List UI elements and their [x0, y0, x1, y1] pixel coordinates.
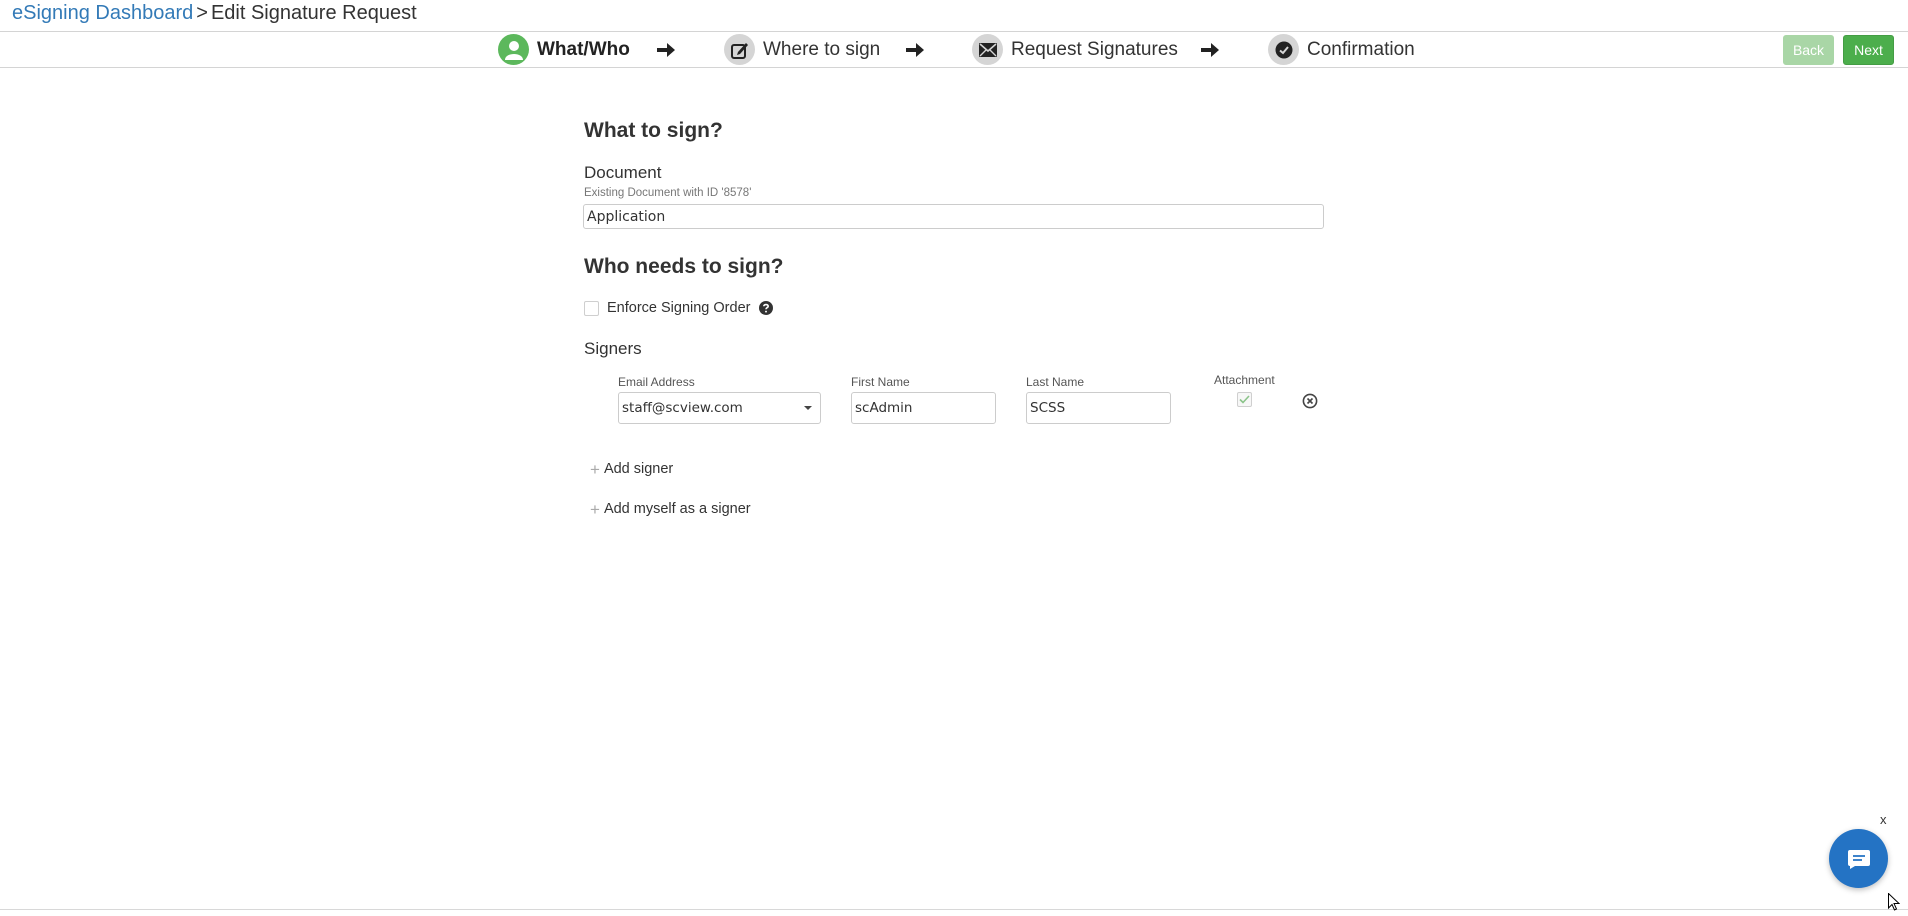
add-myself-label: Add myself as a signer	[603, 501, 751, 517]
signer-first-name-input[interactable]	[851, 392, 996, 424]
next-button[interactable]: Next	[1843, 35, 1894, 65]
signer-attachment-checkbox[interactable]	[1237, 392, 1252, 407]
wizard-step-what-who[interactable]: What/Who	[498, 32, 630, 67]
enforce-signing-order-checkbox[interactable]	[584, 300, 599, 316]
plus-icon: +	[590, 459, 600, 479]
who-needs-to-sign-heading: Who needs to sign?	[584, 255, 784, 278]
document-hint: Existing Document with ID '8578'	[584, 187, 752, 199]
bottom-divider	[0, 909, 1908, 910]
wizard-step-label: What/Who	[537, 38, 630, 60]
checkmark-icon	[1239, 395, 1250, 404]
person-icon	[498, 34, 529, 65]
chat-launcher-button[interactable]	[1829, 829, 1888, 888]
arrow-right-icon	[657, 32, 675, 67]
enforce-signing-order-label: Enforce Signing Order	[607, 300, 751, 316]
enforce-signing-order-row: Enforce Signing Order	[584, 297, 774, 319]
signer-last-name-input[interactable]	[1026, 392, 1171, 424]
add-signer-label: Add signer	[603, 461, 674, 477]
add-myself-link[interactable]: + Add myself as a signer	[590, 499, 751, 519]
breadcrumb: eSigning Dashboard > Edit Signature Reques…	[12, 0, 417, 28]
arrow-right-icon	[1201, 32, 1219, 67]
wizard-bar: What/Who Where to sign Request Signature…	[0, 31, 1908, 68]
add-signer-link[interactable]: + Add signer	[590, 459, 673, 479]
signer-email-value: staff@scview.com	[622, 400, 743, 416]
caret-down-icon	[804, 406, 812, 410]
arrow-right-icon	[906, 32, 924, 67]
wizard-step-label: Confirmation	[1307, 38, 1415, 60]
breadcrumb-separator: >	[196, 2, 208, 24]
document-input[interactable]	[583, 204, 1324, 229]
what-to-sign-heading: What to sign?	[584, 119, 723, 142]
question-circle-icon[interactable]	[759, 301, 774, 315]
last-name-column-label: Last Name	[1026, 375, 1085, 389]
signers-label: Signers	[584, 339, 642, 358]
wizard-step-confirmation[interactable]: Confirmation	[1268, 32, 1415, 67]
wizard-step-request-signatures[interactable]: Request Signatures	[972, 32, 1178, 67]
edit-icon	[724, 34, 755, 65]
remove-signer-icon[interactable]	[1302, 393, 1318, 409]
envelope-icon	[972, 34, 1003, 65]
chat-close-button[interactable]: x	[1880, 812, 1887, 827]
mouse-cursor-icon	[1888, 892, 1901, 916]
first-name-column-label: First Name	[851, 375, 910, 389]
back-button[interactable]: Back	[1783, 35, 1834, 65]
wizard-step-label: Where to sign	[763, 38, 881, 60]
check-circle-icon	[1268, 34, 1299, 65]
email-column-label: Email Address	[618, 375, 695, 389]
chat-icon	[1847, 849, 1870, 869]
breadcrumb-current: Edit Signature Request	[210, 2, 417, 24]
document-label: Document	[584, 163, 662, 182]
attachment-column-label: Attachment	[1214, 373, 1275, 387]
wizard-step-label: Request Signatures	[1011, 38, 1178, 60]
signer-email-select[interactable]: staff@scview.com	[618, 392, 821, 424]
wizard-step-where-to-sign[interactable]: Where to sign	[724, 32, 880, 67]
breadcrumb-dashboard-link[interactable]: eSigning Dashboard	[12, 2, 193, 24]
plus-icon: +	[590, 499, 600, 519]
